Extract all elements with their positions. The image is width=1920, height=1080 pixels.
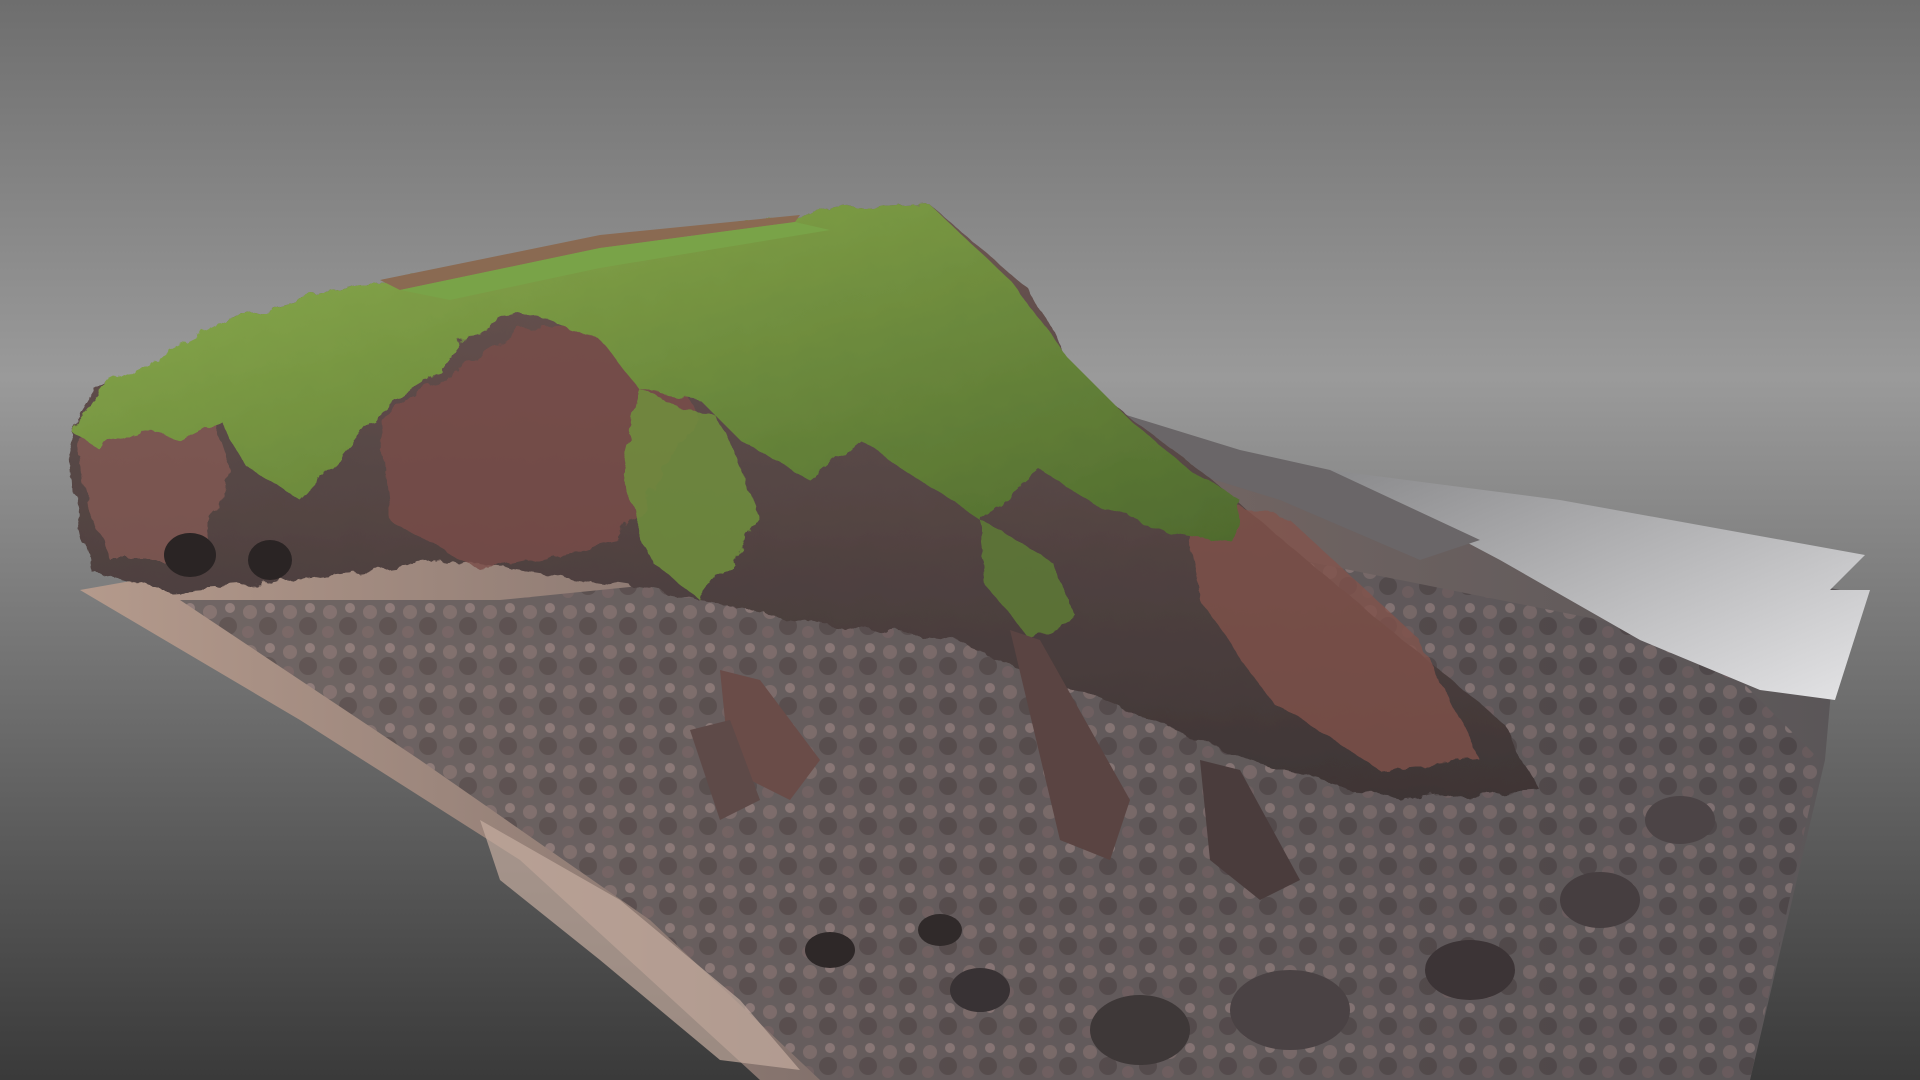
cliff-3d-model[interactable] <box>0 0 1920 1080</box>
sea-cave <box>164 533 216 577</box>
sea-cave <box>248 540 292 580</box>
3d-viewport[interactable] <box>0 0 1920 1080</box>
